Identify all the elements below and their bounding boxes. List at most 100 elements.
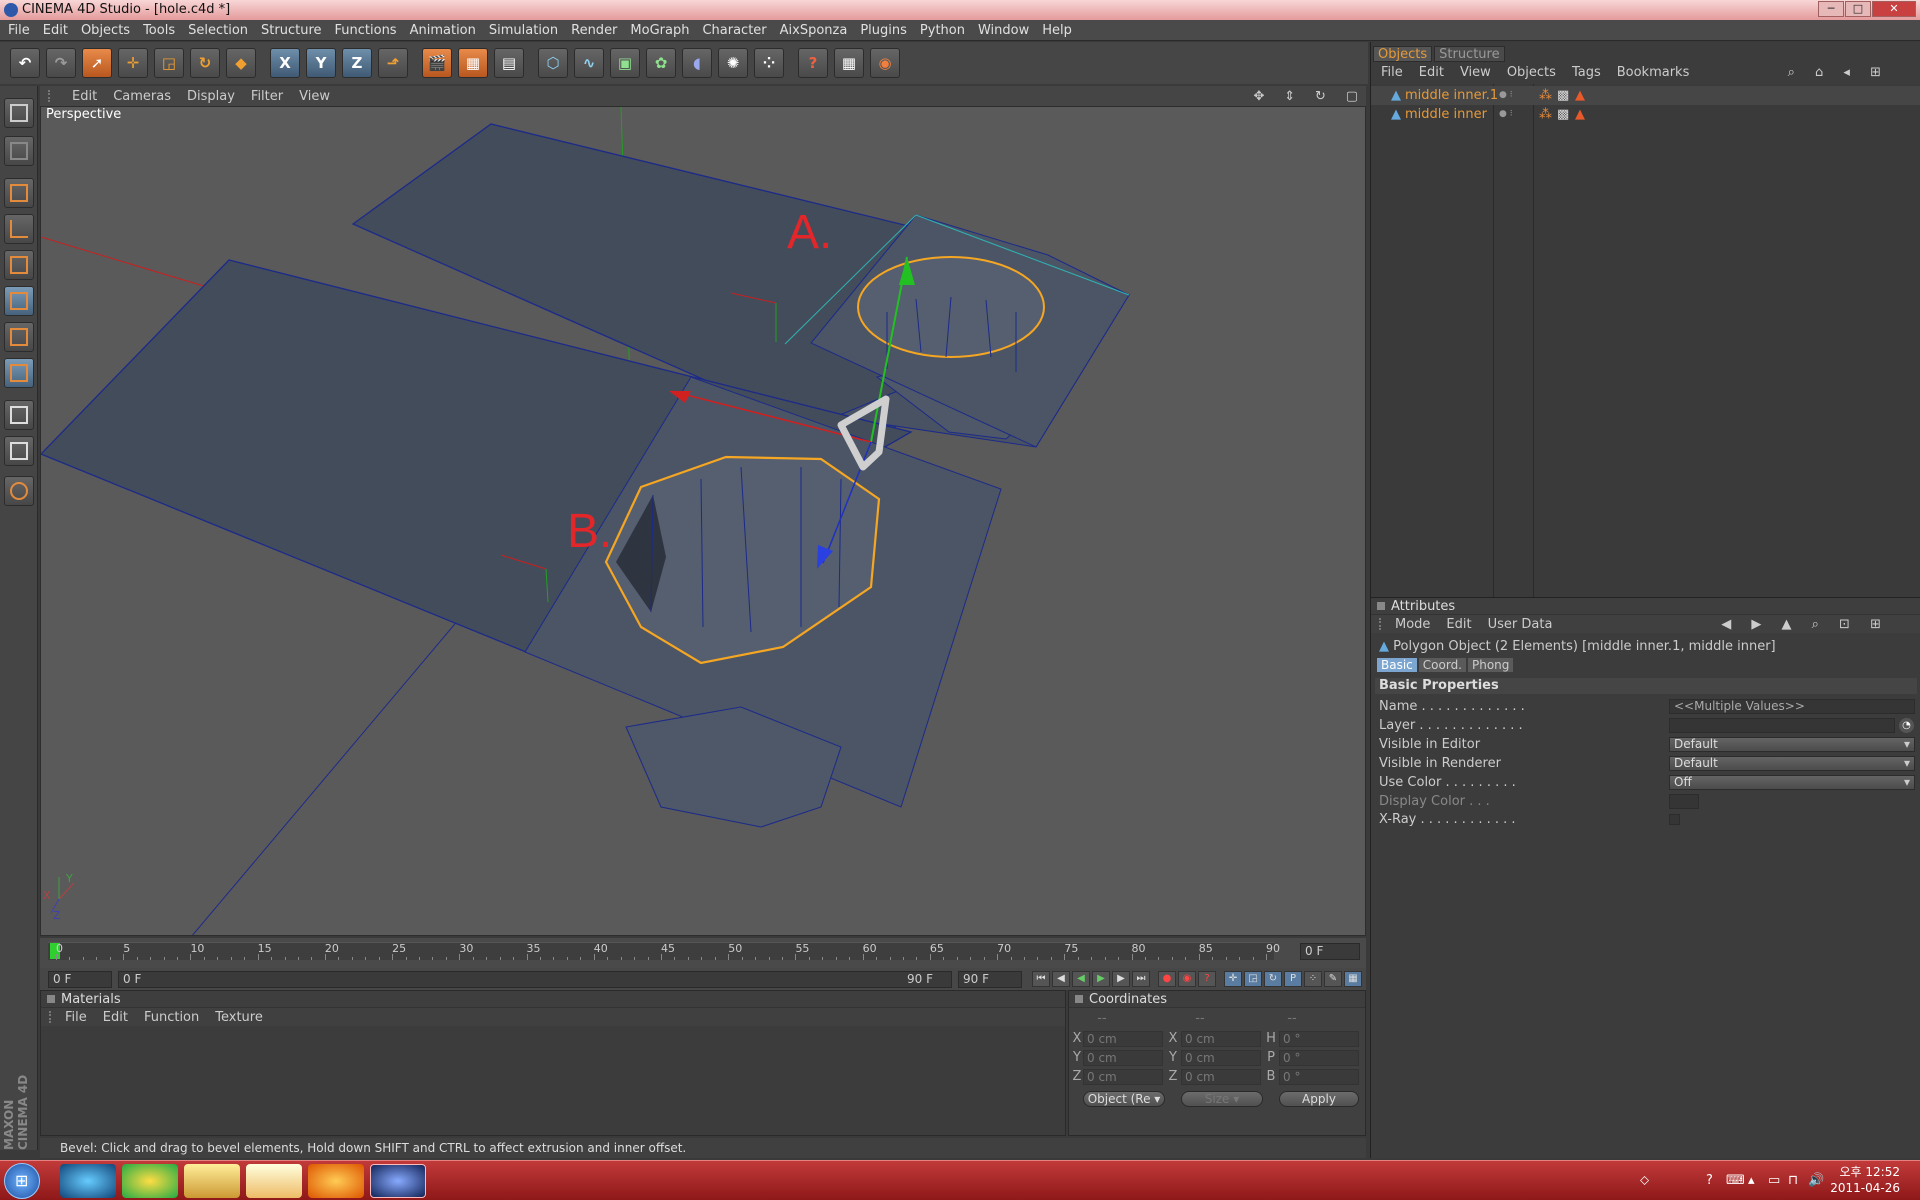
- texture-tag-icon[interactable]: ▩: [1557, 86, 1569, 105]
- tab-basic[interactable]: Basic: [1377, 658, 1417, 672]
- rotate-tool-button[interactable]: ↻: [190, 48, 220, 78]
- size-x-field[interactable]: 0 cm: [1181, 1031, 1261, 1047]
- use-color-select[interactable]: Off: [1669, 775, 1915, 790]
- xray-checkbox[interactable]: [1669, 814, 1680, 825]
- key-param-button[interactable]: P: [1284, 971, 1302, 987]
- menu-file[interactable]: File: [8, 23, 30, 38]
- list-item[interactable]: ▲ middle inner.1 ● ⁝ ⁂ ▩ ▲: [1371, 86, 1920, 105]
- forward-arrow-icon[interactable]: ▶: [1751, 617, 1761, 632]
- use-model-button[interactable]: [4, 98, 34, 128]
- back-arrow-icon[interactable]: ◀: [1721, 617, 1731, 632]
- attributes-menu-edit[interactable]: Edit: [1446, 617, 1471, 632]
- menu-aixsponza[interactable]: AixSponza: [780, 23, 848, 38]
- visibility-dots[interactable]: ● ⁝: [1499, 86, 1513, 105]
- menu-simulation[interactable]: Simulation: [489, 23, 558, 38]
- object-name[interactable]: middle inner.1: [1405, 86, 1498, 105]
- attributes-menu-user-data[interactable]: User Data: [1488, 617, 1553, 632]
- objects-menu-file[interactable]: File: [1381, 65, 1403, 80]
- last-tool-button[interactable]: ◆: [226, 48, 256, 78]
- grip-handle[interactable]: [1379, 618, 1387, 630]
- add-particles-button[interactable]: ⁘: [754, 48, 784, 78]
- use-texture-button[interactable]: [4, 322, 34, 352]
- selection-tag-icon[interactable]: ▲: [1575, 105, 1585, 124]
- new-window-icon[interactable]: ⊞: [1870, 617, 1881, 632]
- search-icon[interactable]: ⌕: [1788, 65, 1795, 80]
- go-start-button[interactable]: ⏮: [1032, 971, 1050, 987]
- workplane-button[interactable]: [4, 400, 34, 430]
- timeline[interactable]: 0 5 10 15 20 25 30 35 40 45 50 55 60 65 70 75 80 85 90 0 F: [40, 938, 1366, 968]
- end-frame-field[interactable]: 90 F: [958, 970, 1022, 988]
- phong-tag-icon[interactable]: ⁂: [1539, 105, 1552, 124]
- attributes-menu-mode[interactable]: Mode: [1395, 617, 1430, 632]
- add-array-button[interactable]: ✿: [646, 48, 676, 78]
- home-icon[interactable]: ⌂: [1815, 65, 1823, 80]
- viewport-menu-filter[interactable]: Filter: [251, 89, 283, 104]
- coordinate-mode-select[interactable]: Object (Re ▾: [1083, 1091, 1165, 1107]
- cinema4d-task-icon[interactable]: [370, 1164, 426, 1198]
- key-pla-button[interactable]: ⁘: [1304, 971, 1322, 987]
- rotation-p-field[interactable]: 0 °: [1279, 1050, 1359, 1066]
- ie-icon[interactable]: [60, 1164, 116, 1198]
- menu-render[interactable]: Render: [571, 23, 617, 38]
- object-name[interactable]: middle inner: [1405, 105, 1487, 124]
- menu-help[interactable]: Help: [1042, 23, 1072, 38]
- use-texture-axis-button[interactable]: [4, 358, 34, 388]
- app-orange-icon[interactable]: [308, 1164, 364, 1198]
- key-scale-button[interactable]: ◲: [1244, 971, 1262, 987]
- menu-structure[interactable]: Structure: [261, 23, 321, 38]
- object-list[interactable]: ▲ middle inner.1 ● ⁝ ⁂ ▩ ▲ ▲ middle inne…: [1371, 84, 1920, 640]
- explorer-icon[interactable]: [184, 1164, 240, 1198]
- dolly-icon[interactable]: ⇕: [1284, 89, 1295, 104]
- display-tray-icon[interactable]: ▭: [1768, 1173, 1780, 1188]
- add-spline-button[interactable]: ∿: [574, 48, 604, 78]
- apply-button[interactable]: Apply: [1279, 1091, 1359, 1107]
- use-edges-button[interactable]: [4, 214, 34, 244]
- use-axis-button[interactable]: [4, 286, 34, 316]
- tab-objects[interactable]: Objects: [1373, 46, 1433, 62]
- folder-icon[interactable]: [246, 1164, 302, 1198]
- maximize-button[interactable]: □: [1845, 1, 1871, 17]
- y-axis-button[interactable]: Y: [306, 48, 336, 78]
- materials-menu-file[interactable]: File: [65, 1010, 87, 1025]
- use-points-button[interactable]: [4, 178, 34, 208]
- menu-functions[interactable]: Functions: [335, 23, 397, 38]
- network-status-icon[interactable]: ⊓: [1788, 1173, 1798, 1188]
- texture-tag-icon[interactable]: ▩: [1557, 105, 1569, 124]
- display-color-swatch[interactable]: [1669, 794, 1699, 809]
- sculpt-button[interactable]: [4, 476, 34, 506]
- materials-menu-edit[interactable]: Edit: [103, 1010, 128, 1025]
- go-end-button[interactable]: ⏭: [1132, 971, 1150, 987]
- orbit-icon[interactable]: ↻: [1315, 89, 1326, 104]
- x-axis-button[interactable]: X: [270, 48, 300, 78]
- coordinate-system-button[interactable]: ⬏: [378, 48, 408, 78]
- help-tray-icon[interactable]: ?: [1706, 1173, 1713, 1188]
- use-object-button[interactable]: [4, 136, 34, 166]
- help-button[interactable]: ?: [798, 48, 828, 78]
- new-window-icon[interactable]: ⊞: [1870, 65, 1881, 80]
- grip-handle[interactable]: [49, 1011, 57, 1023]
- maximize-view-icon[interactable]: ▢: [1346, 89, 1358, 104]
- next-frame-button[interactable]: ▶: [1112, 971, 1130, 987]
- undo-button[interactable]: ↶: [10, 48, 40, 78]
- menu-edit[interactable]: Edit: [43, 23, 68, 38]
- visible-renderer-select[interactable]: Default: [1669, 756, 1915, 771]
- size-y-field[interactable]: 0 cm: [1181, 1050, 1261, 1066]
- rotation-b-field[interactable]: 0 °: [1279, 1069, 1359, 1085]
- list-item[interactable]: ▲ middle inner ● ⁝ ⁂ ▩ ▲: [1371, 105, 1920, 124]
- menu-character[interactable]: Character: [702, 23, 766, 38]
- objects-menu-view[interactable]: View: [1460, 65, 1491, 80]
- show-hidden-icons[interactable]: ▴: [1748, 1173, 1755, 1188]
- menu-selection[interactable]: Selection: [188, 23, 248, 38]
- lock-icon[interactable]: ⊡: [1839, 617, 1850, 632]
- render-picture-viewer-button[interactable]: ▦: [458, 48, 488, 78]
- viewport-menu-cameras[interactable]: Cameras: [113, 89, 171, 104]
- position-z-field[interactable]: 0 cm: [1083, 1069, 1163, 1085]
- menu-python[interactable]: Python: [920, 23, 965, 38]
- language-tray-icon[interactable]: ⌨: [1726, 1173, 1745, 1188]
- minimize-button[interactable]: ─: [1818, 1, 1844, 17]
- play-button[interactable]: ▶: [1092, 971, 1110, 987]
- search-icon[interactable]: ⌕: [1812, 617, 1819, 632]
- autokey-button[interactable]: ◉: [1178, 971, 1196, 987]
- frame-range-slider[interactable]: 0 F 90 F: [118, 970, 952, 988]
- objects-menu-tags[interactable]: Tags: [1572, 65, 1601, 80]
